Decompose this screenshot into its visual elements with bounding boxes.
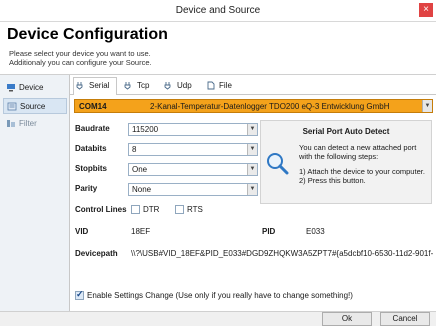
side-tab-bar: Device Source Filter	[0, 75, 70, 312]
tab-tcp-label: Tcp	[137, 81, 150, 90]
dialog-footer: Ok Cancel	[0, 311, 436, 326]
window-title: Device and Source	[175, 5, 261, 16]
parity-label: Parity	[75, 184, 98, 193]
chevron-down-icon[interactable]: ▼	[247, 144, 257, 155]
rts-label: RTS	[187, 205, 203, 214]
databits-value: 8	[132, 145, 137, 154]
port-select[interactable]: COM14 2-Kanal-Temperatur-Datenlogger TDO…	[74, 99, 433, 113]
enable-settings-checkbox[interactable]	[75, 289, 84, 300]
pid-label: PID	[262, 227, 276, 236]
plug-icon	[124, 82, 131, 90]
source-icon	[7, 102, 17, 111]
plug-icon	[76, 82, 83, 90]
devicepath-value: \\?\USB#VID_18EF&PID_E033#DGD9ZHQKW3A5ZP…	[131, 249, 433, 258]
auto-detect-line-4: 2) Press this button.	[299, 176, 366, 185]
port-name: COM14	[79, 102, 107, 111]
enable-settings-label: Enable Settings Change (Use only if you …	[87, 291, 353, 300]
vid-label: VID	[75, 227, 89, 236]
close-icon[interactable]: ×	[419, 3, 433, 17]
chevron-down-icon[interactable]: ▼	[247, 124, 257, 135]
tab-file[interactable]: File	[204, 78, 240, 94]
dtr-label: DTR	[143, 205, 160, 214]
auto-detect-line-1: You can detect a new attached port	[299, 143, 417, 152]
auto-detect-line-2: with the following steps:	[299, 152, 379, 161]
filter-icon	[7, 120, 15, 127]
tab-udp[interactable]: Udp	[162, 78, 200, 94]
tab-filter-label: Filter	[19, 119, 37, 128]
stopbits-value: One	[132, 165, 148, 174]
vid-value: 18EF	[131, 227, 151, 236]
baudrate-label: Baudrate	[75, 124, 110, 133]
databits-label: Databits	[75, 144, 107, 153]
parity-value: None	[132, 185, 152, 194]
ok-button[interactable]: Ok	[322, 312, 372, 326]
port-description: 2-Kanal-Temperatur-Datenlogger TDO200 eQ…	[150, 102, 390, 111]
auto-detect-line-3: 1) Attach the device to your computer.	[299, 167, 425, 176]
tab-serial-label: Serial	[89, 81, 110, 90]
title-bar: Device and Source ×	[0, 0, 436, 22]
chevron-down-icon[interactable]: ▼	[422, 100, 432, 112]
cancel-button[interactable]: Cancel	[380, 312, 430, 326]
baudrate-select[interactable]: 115200 ▼	[128, 123, 258, 136]
rts-checkbox[interactable]	[175, 205, 184, 214]
parity-select[interactable]: None ▼	[128, 183, 258, 196]
dtr-checkbox[interactable]	[131, 205, 140, 214]
serial-settings-panel: COM14 2-Kanal-Temperatur-Datenlogger TDO…	[70, 95, 436, 312]
tab-source-label: Source	[20, 102, 46, 111]
auto-detect-title: Serial Port Auto Detect	[302, 127, 390, 136]
device-icon	[7, 84, 15, 92]
tab-udp-label: Udp	[177, 81, 192, 90]
stopbits-label: Stopbits	[75, 164, 107, 173]
devicepath-label: Devicepath	[75, 249, 118, 258]
dialog-header: Device Configuration Please select your …	[0, 22, 436, 74]
stopbits-select[interactable]: One ▼	[128, 163, 258, 176]
plug-icon	[164, 82, 171, 90]
content-area: Device Source Filter Serial Tcp Udp File	[0, 74, 436, 312]
chevron-down-icon[interactable]: ▼	[247, 164, 257, 175]
file-icon	[207, 81, 215, 90]
magnifier-icon[interactable]	[265, 151, 289, 175]
pid-value: E033	[306, 227, 325, 236]
tab-file-label: File	[219, 81, 232, 90]
tab-device-label: Device	[19, 83, 44, 92]
source-type-tab-bar: Serial Tcp Udp File	[70, 75, 436, 95]
auto-detect-box[interactable]: Serial Port Auto Detect You can detect a…	[260, 120, 432, 204]
tab-source[interactable]: Source	[3, 98, 67, 114]
header-subtitle-2: Additionaly you can configure your Sourc…	[9, 58, 152, 67]
control-lines-label: Control Lines	[75, 205, 127, 214]
tab-filter[interactable]: Filter	[3, 116, 67, 132]
databits-select[interactable]: 8 ▼	[128, 143, 258, 156]
tab-device[interactable]: Device	[3, 80, 67, 96]
baudrate-value: 115200	[132, 125, 159, 134]
chevron-down-icon[interactable]: ▼	[247, 184, 257, 195]
tab-serial[interactable]: Serial	[73, 77, 117, 95]
tab-tcp[interactable]: Tcp	[122, 78, 160, 94]
page-title: Device Configuration	[7, 26, 168, 43]
header-subtitle-1: Please select your device you want to us…	[9, 49, 151, 58]
